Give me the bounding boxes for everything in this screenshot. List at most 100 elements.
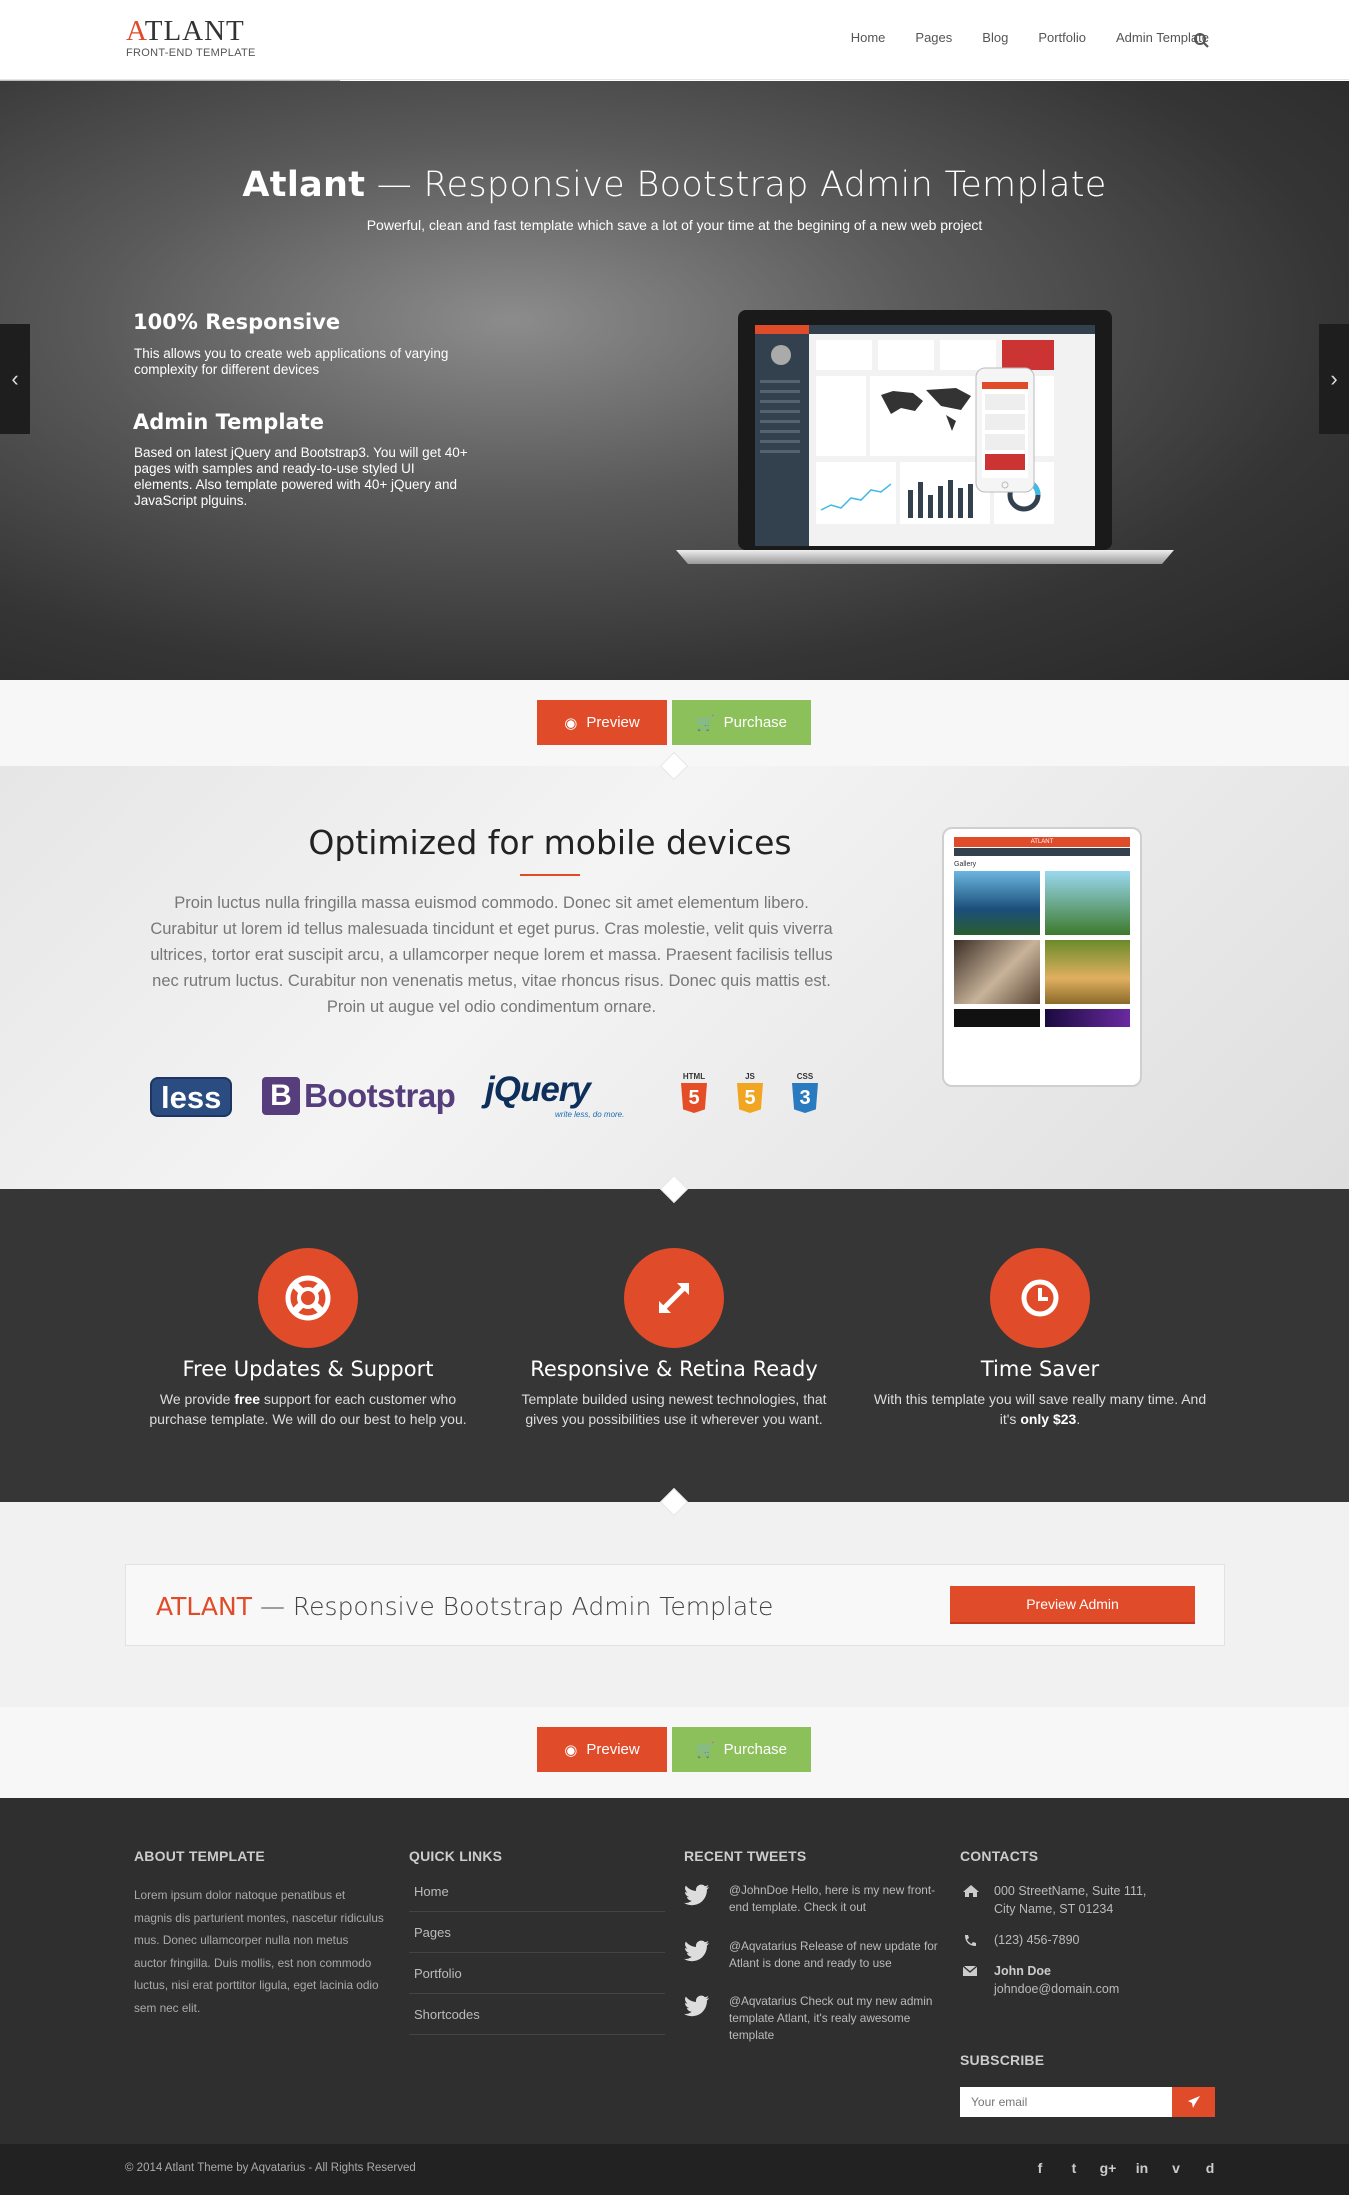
feature-title: Free Updates & Support	[182, 1357, 434, 1381]
preview-label: Preview	[586, 714, 640, 731]
feature-title: Responsive & Retina Ready	[530, 1357, 818, 1381]
hero-feature-title: 100% Responsive	[133, 310, 341, 334]
cart-icon: 🛒	[695, 1741, 715, 1759]
footer-bottom-bar: © 2014 Atlant Theme by Aqvatarius - All …	[0, 2144, 1349, 2195]
tablet-gallery	[954, 871, 1130, 1027]
purchase-button[interactable]: 🛒 Purchase	[672, 1727, 811, 1772]
css3-shield: 3	[792, 1083, 818, 1113]
logo[interactable]: ATLANT FRONT-END TEMPLATE	[126, 16, 256, 59]
hero-feature-text: Based on latest jQuery and Bootstrap3. Y…	[134, 445, 468, 508]
phone-icon	[965, 1935, 976, 1946]
gallery-thumb	[954, 871, 1040, 935]
lifebuoy-icon	[285, 1275, 331, 1321]
callout-box: ATLANT — Responsive Bootstrap Admin Temp…	[125, 1564, 1225, 1646]
html5-shield: 5	[681, 1083, 707, 1113]
gallery-thumb	[954, 940, 1040, 1004]
nav-home[interactable]: Home	[851, 30, 886, 45]
hero-feature-title: Admin Template	[133, 410, 324, 434]
feature-text: We provide free support for each custome…	[149, 1391, 467, 1427]
feature-title: Time Saver	[980, 1357, 1100, 1381]
tweet-handle[interactable]: @JohnDoe	[729, 1883, 788, 1897]
subscribe-button[interactable]	[1172, 2087, 1215, 2117]
contact-name: John Doe	[994, 1964, 1051, 1978]
feature-text: Template builded using newest technologi…	[521, 1391, 827, 1427]
tablet-brand: ATLANT	[954, 837, 1130, 847]
gallery-thumb	[1044, 1009, 1130, 1027]
facebook-icon[interactable]: f	[1030, 2158, 1050, 2178]
callout-rest: — Responsive Bootstrap Admin Template	[252, 1592, 774, 1621]
contact-address-line-2: City Name, ST 01234	[994, 1902, 1114, 1916]
nav-pages[interactable]: Pages	[915, 30, 952, 45]
twitter-icon	[684, 1995, 709, 2017]
main-nav: Home Pages Blog Portfolio Admin Template	[851, 30, 1209, 45]
purchase-button[interactable]: 🛒 Purchase	[672, 700, 811, 745]
gallery-thumb	[1044, 940, 1130, 1004]
contact-address-line-1: 000 StreetName, Suite 111,	[994, 1884, 1147, 1898]
tweet-handle[interactable]: @Aqvatarius	[729, 1994, 797, 2008]
site-footer: ABOUT TEMPLATE Lorem ipsum dolor natoque…	[0, 1798, 1349, 2144]
clock-icon	[1021, 1279, 1059, 1317]
feature-circle	[258, 1248, 358, 1348]
footer-link-shortcodes[interactable]: Shortcodes	[409, 1994, 665, 2035]
mobile-section-title: Optimized for mobile devices	[308, 823, 792, 862]
html5-logo: HTML 5	[678, 1072, 710, 1113]
linkedin-icon[interactable]: in	[1132, 2158, 1152, 2178]
google-plus-icon[interactable]: g+	[1098, 2158, 1118, 2178]
slider-next-button[interactable]: ›	[1319, 324, 1349, 434]
preview-label: Preview	[586, 1741, 640, 1758]
tweet-text: @JohnDoe Hello, here is my new front-end…	[729, 1883, 936, 1914]
vimeo-icon[interactable]: v	[1166, 2158, 1186, 2178]
feature-circle	[624, 1248, 724, 1348]
hero-slider: Atlant — Responsive Bootstrap Admin Temp…	[0, 81, 1349, 680]
twitter-icon	[684, 1940, 709, 1962]
html5-label: HTML	[682, 1072, 706, 1081]
callout-section: ATLANT — Responsive Bootstrap Admin Temp…	[0, 1502, 1349, 1707]
hero-subtitle: Powerful, clean and fast template which …	[366, 217, 983, 233]
callout-brand: ATLANT	[156, 1592, 253, 1621]
laptop-phone-mockup-image	[676, 310, 1174, 564]
site-header: ATLANT FRONT-END TEMPLATE Home Pages Blo…	[0, 0, 1349, 80]
eye-icon: ◉	[564, 1741, 578, 1759]
footer-about-title: ABOUT TEMPLATE	[134, 1848, 265, 1864]
contact-email[interactable]: johndoe@domain.com	[994, 1980, 1119, 1998]
mobile-section: Optimized for mobile devices Proin luctu…	[0, 766, 1349, 1189]
subscribe-email-input[interactable]	[960, 2087, 1172, 2117]
twitter-icon	[684, 1884, 709, 1906]
gallery-thumb	[954, 1009, 1040, 1027]
bootstrap-wordmark: Bootstrap	[304, 1077, 456, 1114]
nav-portfolio[interactable]: Portfolio	[1038, 30, 1086, 45]
tweet-text: @Aqvatarius Check out my new admin templ…	[729, 1994, 933, 2042]
twitter-icon[interactable]: t	[1064, 2158, 1084, 2178]
jquery-tagline: write less, do more.	[555, 1110, 625, 1119]
preview-button[interactable]: ◉ Preview	[537, 700, 667, 745]
tweet-handle[interactable]: @Aqvatarius	[729, 1939, 797, 1953]
js-shield: 5	[737, 1083, 763, 1113]
preview-admin-button[interactable]: Preview Admin	[950, 1586, 1195, 1624]
footer-link-home[interactable]: Home	[409, 1871, 665, 1912]
action-bar: ◉ Preview 🛒 Purchase	[0, 1707, 1349, 1798]
expand-arrows-icon	[659, 1283, 689, 1313]
cart-icon: 🛒	[695, 714, 715, 732]
jquery-wordmark: jQuery	[485, 1070, 591, 1109]
title-underline	[520, 874, 580, 876]
footer-link-portfolio[interactable]: Portfolio	[409, 1953, 665, 1994]
css3-label: CSS	[796, 1072, 814, 1081]
footer-about-text: Lorem ipsum dolor natoque penatibus et m…	[134, 1888, 384, 2015]
send-icon	[1187, 2096, 1200, 2108]
mobile-section-text: Proin luctus nulla fringilla massa euism…	[150, 894, 833, 1016]
logo-subtitle: FRONT-END TEMPLATE	[126, 47, 256, 59]
copyright-text: © 2014 Atlant Theme by Aqvatarius - All …	[125, 2162, 416, 2174]
js-logo: JS 5	[734, 1072, 766, 1113]
dribbble-icon[interactable]: d	[1200, 2158, 1220, 2178]
slider-prev-button[interactable]: ‹	[0, 324, 30, 434]
eye-icon: ◉	[564, 714, 578, 732]
hero-title: Atlant — Responsive Bootstrap Admin Temp…	[0, 165, 1349, 205]
footer-links-title: QUICK LINKS	[409, 1848, 503, 1864]
hero-title-rest: — Responsive Bootstrap Admin Template	[365, 165, 1107, 205]
nav-blog[interactable]: Blog	[982, 30, 1008, 45]
envelope-icon	[962, 1965, 978, 1976]
preview-button[interactable]: ◉ Preview	[537, 1727, 667, 1772]
search-icon[interactable]	[1193, 32, 1210, 49]
hero-feature-text: This allows you to create web applicatio…	[134, 346, 449, 377]
footer-link-pages[interactable]: Pages	[409, 1912, 665, 1953]
